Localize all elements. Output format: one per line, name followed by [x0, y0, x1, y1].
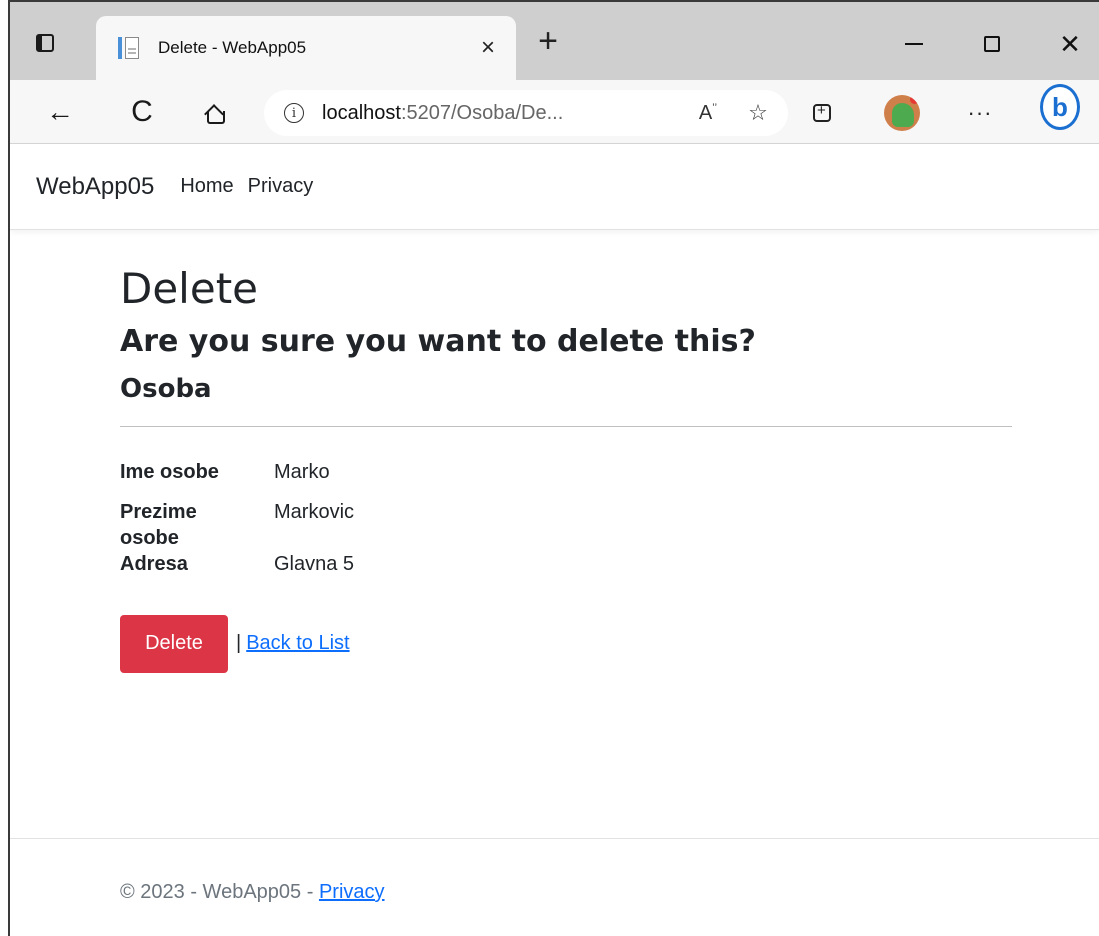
nav-link-home[interactable]: Home: [180, 175, 233, 198]
confirm-question: Are you sure you want to delete this?: [120, 324, 756, 360]
footer-copyright: © 2023 - WebApp05 -: [120, 881, 319, 903]
footer-privacy-link[interactable]: Privacy: [319, 881, 385, 903]
tab-strip: Delete - WebApp05 × + ✕: [10, 2, 1099, 80]
field-label-adresa: Adresa: [120, 552, 188, 575]
footer-divider: [10, 838, 1099, 839]
page-title: Delete: [120, 264, 258, 313]
field-value-ime: Marko: [274, 460, 330, 483]
entity-heading: Osoba: [120, 374, 212, 405]
browser-toolbar: ← C i localhost:5207/Osoba/De... Aʼʼ ☆ ·…: [10, 80, 1099, 144]
site-navbar: WebApp05 Home Privacy: [10, 144, 1099, 230]
tab-actions-icon[interactable]: [32, 30, 58, 56]
details-list: Ime osobe Marko Prezime osobe Markovic A…: [120, 459, 1012, 577]
bing-chat-icon[interactable]: b: [1040, 84, 1080, 130]
collections-icon[interactable]: [802, 94, 842, 132]
form-actions: Delete | Back to List: [120, 614, 1012, 673]
profile-avatar[interactable]: [882, 94, 922, 132]
footer: © 2023 - WebApp05 - Privacy: [120, 881, 385, 904]
divider: [120, 425, 1012, 427]
delete-button[interactable]: Delete: [120, 614, 228, 673]
action-separator: |: [236, 632, 242, 655]
nav-link-privacy[interactable]: Privacy: [248, 175, 314, 198]
close-window-icon[interactable]: ✕: [1050, 24, 1090, 64]
url-text: localhost:5207/Osoba/De...: [322, 102, 688, 125]
minimize-icon[interactable]: [894, 24, 934, 64]
browser-window: Delete - WebApp05 × + ✕ ← C i localhost:…: [8, 0, 1099, 936]
site-info-icon[interactable]: i: [284, 103, 304, 123]
tab-active[interactable]: Delete - WebApp05 ×: [96, 16, 516, 80]
field-value-prezime: Markovic: [274, 500, 355, 523]
add-favorite-icon[interactable]: ☆: [738, 100, 778, 126]
tab-close-icon[interactable]: ×: [468, 34, 508, 62]
back-arrow-icon[interactable]: ←: [40, 92, 80, 132]
back-to-list-link[interactable]: Back to List: [246, 632, 349, 655]
reload-icon[interactable]: C: [122, 92, 162, 132]
field-label-prezime: Prezime osobe: [120, 500, 197, 549]
field-label-ime: Ime osobe: [120, 460, 219, 483]
new-tab-icon[interactable]: +: [528, 22, 568, 61]
page-content: WebApp05 Home Privacy Delete Are you sur…: [10, 144, 1099, 936]
maximize-icon[interactable]: [972, 24, 1012, 64]
site-brand-link[interactable]: WebApp05: [36, 173, 154, 201]
url-path: :5207/Osoba/De...: [400, 101, 564, 124]
page-favicon-icon: [118, 35, 140, 61]
address-bar[interactable]: i localhost:5207/Osoba/De... Aʼʼ ☆: [264, 90, 788, 136]
main-content: Delete Are you sure you want to delete t…: [120, 264, 1012, 673]
read-aloud-icon[interactable]: Aʼʼ: [688, 102, 728, 125]
field-value-adresa: Glavna 5: [274, 552, 355, 575]
url-host: localhost: [322, 101, 401, 124]
more-options-icon[interactable]: ···: [960, 94, 1000, 132]
tab-title: Delete - WebApp05: [158, 38, 307, 57]
home-icon[interactable]: [194, 92, 234, 132]
